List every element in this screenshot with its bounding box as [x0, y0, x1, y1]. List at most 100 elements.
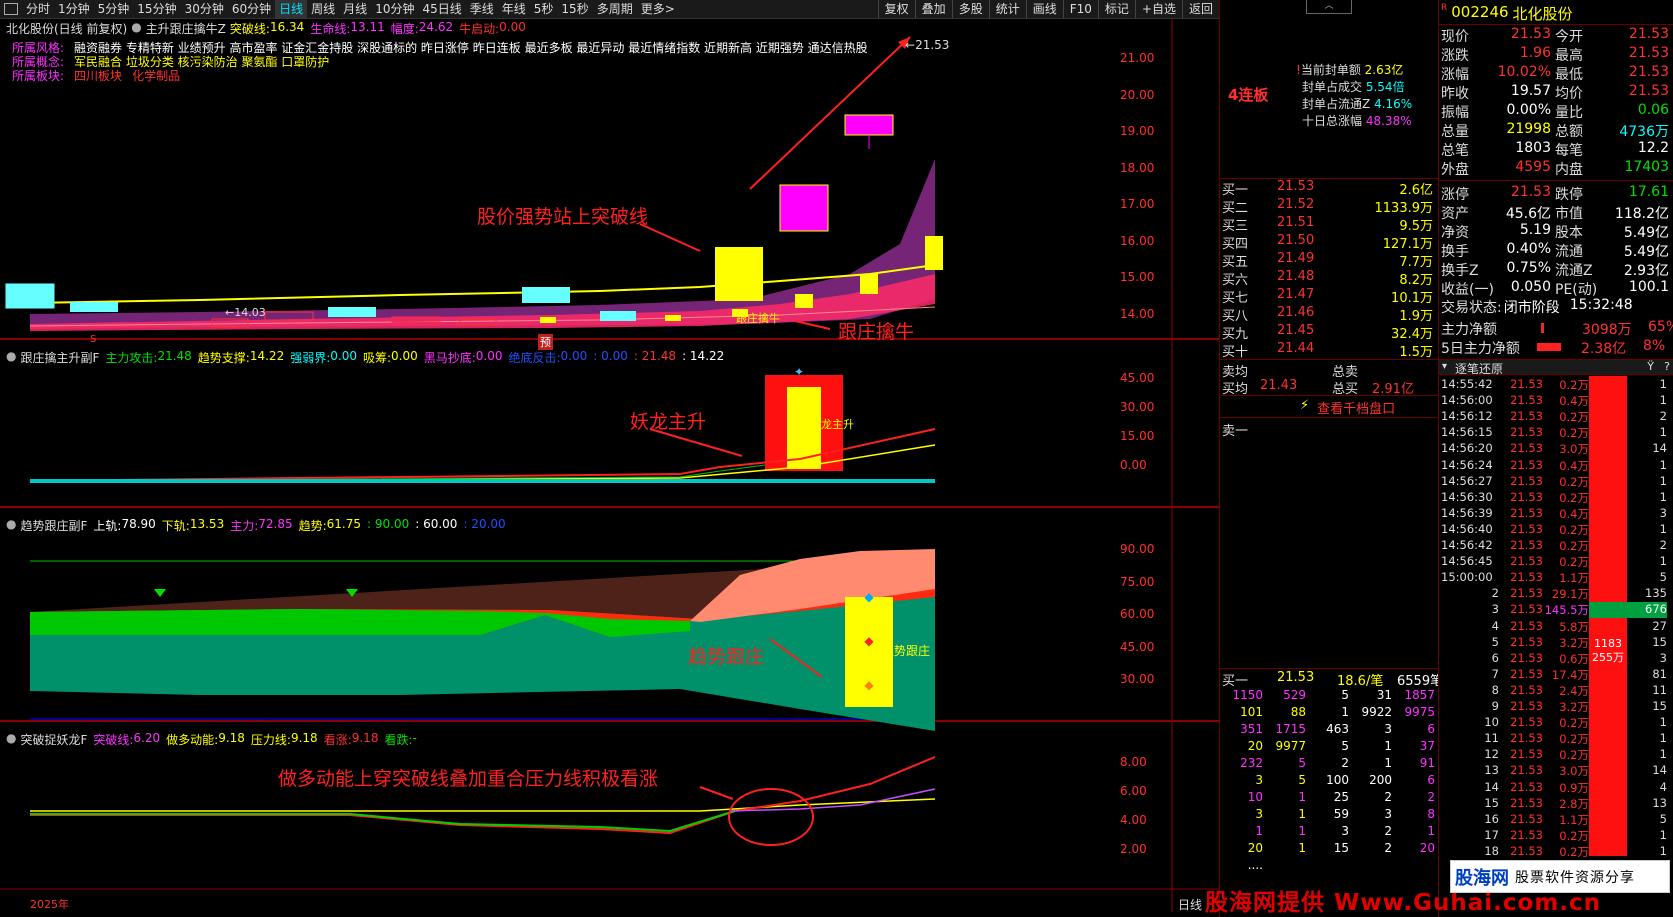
buy-level-row[interactable]: 买十 21.44 1.5万 [1222, 341, 1433, 360]
candle[interactable] [715, 247, 763, 301]
period-toolbar: 分时 1分钟 5分钟 15分钟 30分钟 60分钟 日线 周线 月线 10分钟 45日线 季线 年线 5秒… [0, 0, 1219, 19]
toolbar-button[interactable]: 叠加 [914, 0, 952, 18]
toolbar-button[interactable]: 多股 [951, 0, 989, 18]
quote-row: 总笔 1803 每笔 12.2 [1441, 140, 1673, 160]
period-tab[interactable]: 60分钟 [228, 0, 275, 18]
period-tab[interactable]: 5分钟 [94, 0, 134, 18]
toolbar-button[interactable]: 标记 [1097, 0, 1135, 18]
period-tab[interactable]: 季线 [466, 0, 498, 18]
b1-per: 18.6/笔 [1337, 674, 1384, 689]
candle[interactable] [779, 184, 829, 232]
buy-level-volume: 8.2万 [1399, 273, 1433, 288]
queue-cell: 101 [1240, 705, 1263, 719]
buy-one-summary: 买一 21.53 18.6/笔 6559笔 [1222, 670, 1443, 689]
trade-price: 21.53 [1510, 811, 1543, 826]
period-tab[interactable]: 30分钟 [181, 0, 228, 18]
period-tab[interactable]: 15秒 [557, 0, 592, 18]
trade-row: 4 21.53 5.8万 27 [1439, 619, 1673, 635]
pre-badge[interactable]: 预 [538, 334, 553, 350]
panel3-v3: : 20.00 [463, 517, 506, 531]
collapse-up-icon[interactable]: ︿ [1306, 0, 1352, 14]
period-tab[interactable]: 更多> [637, 0, 679, 18]
period-tab[interactable]: 15分钟 [133, 0, 180, 18]
help-icon[interactable]: ? [1664, 360, 1670, 373]
period-tab[interactable]: 周线 [307, 0, 339, 18]
panel2-title[interactable]: 跟庄擒主升副F [20, 349, 99, 366]
y-tick-label: 45.00 [1120, 371, 1155, 385]
trade-time: 14:56:45 [1441, 554, 1493, 569]
queue-row: 20 9977 5 1 37 [1220, 739, 1439, 753]
period-tab[interactable]: 日线 [275, 0, 308, 18]
candle[interactable] [600, 311, 636, 321]
buy-level-row[interactable]: 买四 21.50 127.1万 [1222, 233, 1433, 252]
buy-level-row[interactable]: 买八 21.46 1.9万 [1222, 305, 1433, 324]
period-tab[interactable]: 5秒 [530, 0, 558, 18]
candle[interactable] [70, 302, 118, 312]
toolbar-button[interactable]: F10 [1062, 0, 1098, 18]
period-label[interactable]: 日线 [1178, 896, 1202, 913]
buy-level-row[interactable]: 买七 21.47 10.1万 [1222, 287, 1433, 306]
view-thousand-link[interactable]: ⚡ 查看千档盘口 [1300, 398, 1395, 417]
stock-code[interactable]: 002246 [1451, 3, 1508, 24]
period-tab[interactable]: 月线 [339, 0, 371, 18]
queue-cell: 3 [1341, 824, 1349, 838]
period-tab[interactable]: 45日线 [418, 0, 465, 18]
toolbar-button[interactable]: +自选 [1134, 0, 1182, 18]
s-badge[interactable]: S [90, 334, 96, 345]
queue-cell: 2 [1427, 790, 1435, 804]
panel-menu-icon[interactable]: ▾ [1442, 361, 1447, 372]
panel-toggle-icon[interactable] [4, 3, 18, 15]
queue-cell: 1 [1384, 756, 1392, 770]
period-tab[interactable]: 分时 [22, 0, 54, 18]
queue-cell: 463 [1326, 722, 1349, 736]
candle[interactable] [522, 287, 570, 303]
panel3-header: ● 趋势跟庄副F 上轨: 78.90 下轨: 13.53 主力: 72.85 趋势: 6… [6, 517, 506, 534]
queue-cell: 351 [1240, 722, 1263, 736]
queue-cell: 20 [1247, 841, 1263, 855]
toolbar-button[interactable]: 画线 [1025, 0, 1063, 18]
period-tab[interactable]: 1分钟 [54, 0, 94, 18]
filter-icon[interactable]: Ÿ [1647, 360, 1654, 373]
candle[interactable] [844, 114, 894, 136]
candle[interactable] [795, 294, 813, 308]
toolbar-button[interactable]: 统计 [988, 0, 1026, 18]
buy-level-row[interactable]: 买一 21.53 2.6亿 [1222, 179, 1433, 198]
candle[interactable] [540, 317, 556, 323]
quote-row: 现价 21.53 今开 21.53 [1441, 26, 1673, 46]
buy-level-row[interactable]: 买六 21.48 8.2万 [1222, 269, 1433, 288]
settings-icon[interactable]: ● [6, 731, 16, 748]
candle[interactable] [925, 236, 943, 270]
candle[interactable] [860, 274, 878, 294]
settings-icon[interactable]: ● [6, 349, 16, 366]
trade-count: 1 [1659, 747, 1667, 762]
trade-volume: 17.4万 [1551, 667, 1589, 682]
zero-band [30, 479, 935, 483]
period-tab[interactable]: 10分钟 [371, 0, 418, 18]
buy-level-row[interactable]: 买九 21.45 32.4万 [1222, 323, 1433, 342]
buy-level-row[interactable]: 买三 21.51 9.5万 [1222, 215, 1433, 234]
trade-row: 14:56:45 21.53 0.2万 1 [1439, 554, 1673, 570]
y-tick-label: 45.00 [1120, 639, 1155, 654]
buy-level-row[interactable]: 买五 21.49 7.7万 [1222, 251, 1433, 270]
trade-row: 12 21.53 0.2万 1 [1439, 747, 1673, 763]
candle[interactable] [5, 283, 55, 309]
candle[interactable] [328, 307, 376, 317]
toolbar-button[interactable]: 复权 [877, 0, 915, 18]
chart-area[interactable]: ◆ ◆ ◆ 北化股份(日线 前复权) ● 主升跟庄擒牛Z 突破线: 16.34 生… [0, 19, 1219, 912]
buy-level-row[interactable]: 买二 21.52 1133.9万 [1222, 197, 1433, 216]
queue-cell: 5 [1341, 739, 1349, 753]
panel3-title[interactable]: 趋势跟庄副F [20, 517, 87, 534]
low-price-value: 14.03 [234, 306, 266, 319]
indicator-name[interactable]: 主升跟庄擒牛Z [146, 20, 226, 37]
toolbar-button[interactable]: 返回 [1181, 0, 1219, 18]
candle[interactable] [665, 315, 681, 321]
settings-icon[interactable]: ● [131, 20, 141, 37]
trades-title[interactable]: 逐笔还原 [1455, 360, 1503, 377]
stock-name[interactable]: 北化股份 [1513, 3, 1573, 24]
period-tab[interactable]: 多周期 [593, 0, 637, 18]
panel4-title[interactable]: 突破捉妖龙F [20, 731, 87, 748]
settings-icon[interactable]: ● [6, 517, 16, 534]
quote-value: 5.19 [1519, 222, 1551, 238]
period-tab[interactable]: 年线 [498, 0, 530, 18]
trade-count: 15 [1652, 699, 1667, 713]
